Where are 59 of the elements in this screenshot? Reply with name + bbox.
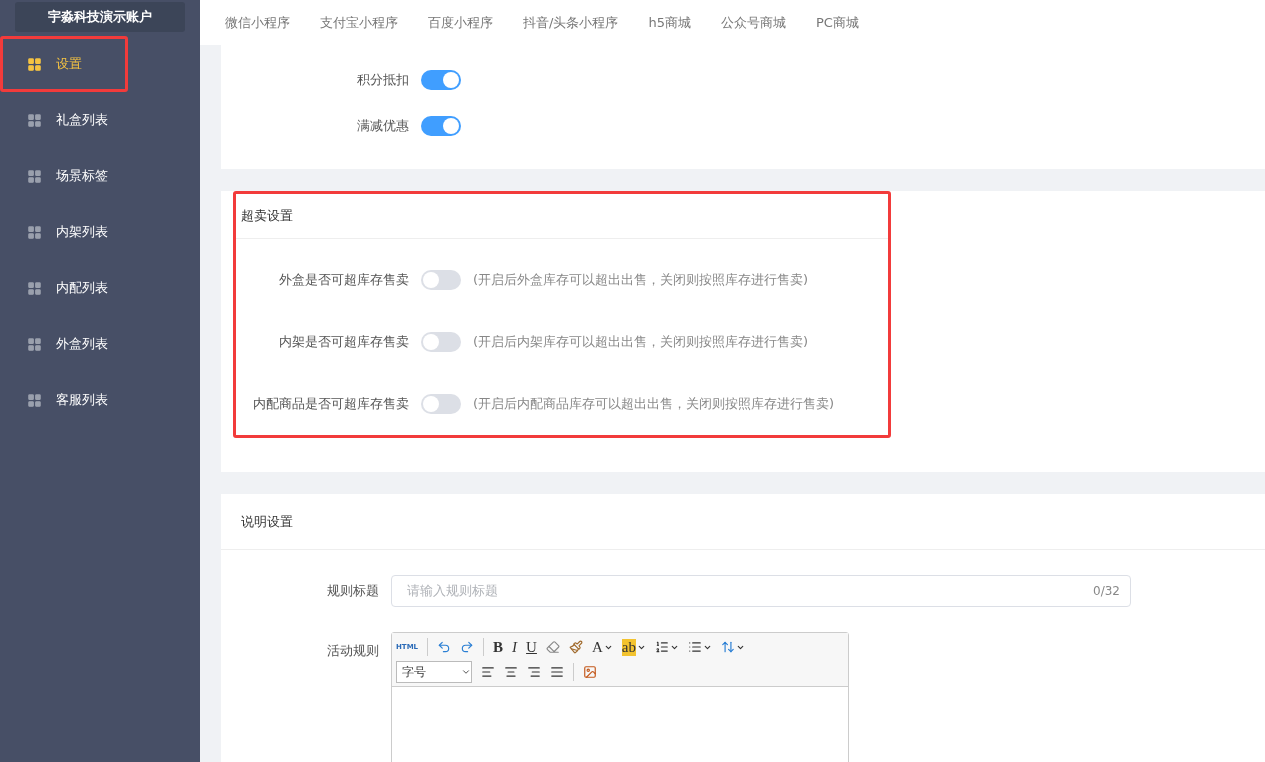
field-label: 外盒是否可超库存售卖: [278, 271, 409, 289]
field-label: 活动规则: [326, 642, 379, 660]
toggle-switch[interactable]: [421, 394, 461, 414]
tab[interactable]: 百度小程序: [428, 13, 493, 32]
section-title: 说明设置: [221, 494, 1265, 550]
toggle-switch[interactable]: [421, 332, 461, 352]
align-justify-icon: [550, 665, 564, 679]
eraser-icon: [545, 640, 560, 654]
sidebar-item[interactable]: 客服列表: [0, 372, 128, 428]
tab[interactable]: 抖音/头条小程序: [523, 13, 619, 32]
toggle-switch[interactable]: [421, 270, 461, 290]
bullet-list-icon: [687, 640, 702, 654]
grid-icon: [27, 112, 42, 128]
align-right-icon: [527, 665, 541, 679]
italic-button[interactable]: I: [512, 637, 518, 657]
font-size-select[interactable]: 字号: [396, 661, 472, 683]
grid-icon: [27, 168, 42, 184]
sidebar-item[interactable]: 外盒列表: [0, 316, 128, 372]
account-name: 宇淼科技演示账户: [15, 2, 185, 32]
align-center-icon: [504, 665, 518, 679]
grid-icon: [27, 392, 42, 408]
field-label: 规则标题: [326, 582, 379, 600]
paintbrush-icon: [568, 640, 583, 654]
line-spacing-icon: [720, 640, 735, 654]
field-label: 积分抵扣: [356, 71, 409, 89]
sidebar-item[interactable]: 内架列表: [0, 204, 128, 260]
character-counter: 0/32: [1093, 584, 1120, 598]
grid-icon: [27, 224, 42, 240]
bold-button[interactable]: B: [493, 637, 504, 657]
section-title: 超卖设置: [236, 194, 888, 239]
field-label: 内架是否可超库存售卖: [278, 333, 409, 351]
align-left-icon: [481, 665, 495, 679]
hint-text: (开启后内配商品库存可以超出出售，关闭则按照库存进行售卖): [473, 395, 835, 413]
hint-text: (开启后内架库存可以超出出售，关闭则按照库存进行售卖): [473, 333, 809, 351]
tab[interactable]: PC商城: [815, 13, 859, 32]
grid-icon: [27, 56, 42, 72]
caret-icon: [461, 667, 471, 677]
tab[interactable]: 支付宝小程序: [320, 13, 398, 32]
field-label: 内配商品是否可超库存售卖: [252, 395, 409, 413]
tab[interactable]: 公众号商城: [720, 13, 786, 32]
numbered-list-icon: [654, 640, 669, 654]
font-color-button[interactable]: A: [591, 637, 613, 657]
hint-text: (开启后外盒库存可以超出出售，关闭则按照库存进行售卖): [473, 271, 809, 289]
toggle-switch[interactable]: [421, 116, 461, 136]
sidebar-item[interactable]: 内配列表: [0, 260, 128, 316]
sidebar-item[interactable]: 礼盒列表: [0, 92, 128, 148]
tab[interactable]: 微信小程序: [225, 13, 290, 32]
sidebar-item[interactable]: 场景标签: [0, 148, 128, 204]
undo-icon: [437, 640, 452, 654]
sidebar-item[interactable]: 设置: [0, 36, 128, 92]
grid-icon: [27, 336, 42, 352]
tab[interactable]: h5商城: [648, 13, 691, 32]
input-field[interactable]: 请输入规则标题 0/32: [391, 575, 1131, 607]
grid-icon: [27, 280, 42, 296]
image-icon: [583, 665, 597, 679]
redo-icon: [460, 640, 475, 654]
toggle-switch[interactable]: [421, 70, 461, 90]
field-label: 满减优惠: [356, 117, 409, 135]
underline-button[interactable]: U: [526, 637, 537, 657]
